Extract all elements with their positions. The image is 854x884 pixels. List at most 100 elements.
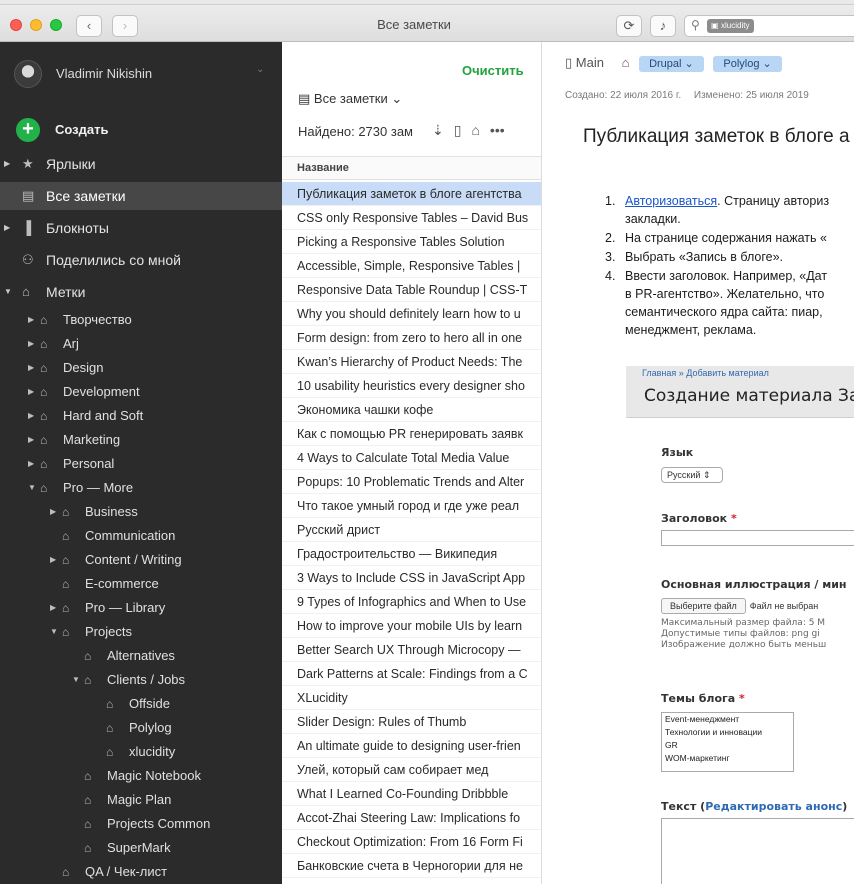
sidebar-tag-qa-checklist[interactable]: ⌂ QA / Чек-лист [0, 860, 282, 884]
sidebar-tag-magic-notebook[interactable]: ⌂ Magic Notebook [0, 764, 282, 788]
sidebar-tag-arj[interactable]: ▶ ⌂ Arj [0, 332, 282, 356]
note-row[interactable]: XLucidity [282, 686, 541, 710]
sidebar-tag-xlucidity[interactable]: ⌂ xlucidity [0, 740, 282, 764]
sidebar-tag-e-commerce[interactable]: ⌂ E-commerce [0, 572, 282, 596]
minimize-window-button[interactable] [30, 19, 42, 31]
sidebar-tag-marketing[interactable]: ▶ ⌂ Marketing [0, 428, 282, 452]
tag-icon: ⌂ [40, 337, 48, 351]
note-row[interactable]: 10 usability heuristics every designer s… [282, 374, 541, 398]
zoom-window-button[interactable] [50, 19, 62, 31]
sidebar-tag-design[interactable]: ▶ ⌂ Design [0, 356, 282, 380]
clear-filter-button[interactable]: Очистить [462, 63, 524, 78]
login-link[interactable]: Авторизоваться [625, 194, 717, 208]
note-row[interactable]: Why you should definitely learn how to u [282, 302, 541, 326]
tag-label: Arj [63, 336, 79, 351]
note-row[interactable]: Русский дрист [282, 518, 541, 542]
sidebar-item-tags[interactable]: ▼ ⌂ Метки [0, 278, 282, 306]
text-label-close: ) [842, 800, 848, 813]
note-row[interactable]: Accot-Zhai Steering Law: Implications fo [282, 806, 541, 830]
sidebar-tag-projects-common[interactable]: ⌂ Projects Common [0, 812, 282, 836]
sidebar-item-shortcuts[interactable]: ▶ ★ Ярлыки [0, 150, 282, 178]
note-row[interactable]: 4 Ways to Calculate Total Media Value [282, 446, 541, 470]
note-row[interactable]: Picking a Responsive Tables Solution [282, 230, 541, 254]
lang-label: Язык [661, 446, 694, 459]
account-switcher[interactable]: Vladimir Nikishin ⌄ [14, 60, 274, 90]
note-row[interactable]: Градостроительство — Википедия [282, 542, 541, 566]
column-header-title[interactable]: Название [282, 156, 541, 180]
sidebar-tag-content-writing[interactable]: ▶ ⌂ Content / Writing [0, 548, 282, 572]
sidebar-tag-projects[interactable]: ▼ ⌂ Projects [0, 620, 282, 644]
notifications-button[interactable]: ♪ [650, 15, 676, 37]
sidebar-tag-pro-more[interactable]: ▼ ⌂ Pro — More [0, 476, 282, 500]
sidebar-tag-hard-and-soft[interactable]: ▶ ⌂ Hard and Soft [0, 404, 282, 428]
close-window-button[interactable] [10, 19, 22, 31]
sidebar-tag-tvorchestvo[interactable]: ▶ ⌂ Творчество [0, 308, 282, 332]
sidebar-item-notebooks[interactable]: ▶ ▐ Блокноты [0, 214, 282, 242]
view-options-icon[interactable]: ▯ [454, 122, 462, 138]
title-bar: ‹ › Все заметки ⟳ ♪ ⚲ ▣ xlucidity [0, 5, 854, 42]
sidebar-tag-communication[interactable]: ⌂ Communication [0, 524, 282, 548]
step-text-cont: менеджмент, реклама. [625, 323, 757, 337]
note-row[interactable]: Responsive Data Table Roundup | CSS-T [282, 278, 541, 302]
sort-icon[interactable]: ⇣ [432, 122, 444, 138]
note-row[interactable]: Form design: from zero to hero all in on… [282, 326, 541, 350]
screenshot-header: Главная » Добавить материал Создание мат… [626, 366, 854, 418]
sidebar-tag-magic-plan[interactable]: ⌂ Magic Plan [0, 788, 282, 812]
note-row[interactable]: Accessible, Simple, Responsive Tables | [282, 254, 541, 278]
chevron-down-icon: ⌄ [387, 91, 403, 106]
sync-button[interactable]: ⟳ [616, 15, 642, 37]
note-tag-pill[interactable]: Polylog ⌄ [713, 56, 782, 72]
sidebar-tag-pro-library[interactable]: ▶ ⌂ Pro — Library [0, 596, 282, 620]
note-row[interactable]: An ultimate guide to designing user-frie… [282, 734, 541, 758]
text-area [661, 818, 854, 884]
search-input[interactable]: ⚲ ▣ xlucidity [684, 15, 854, 37]
more-icon[interactable]: ••• [490, 122, 505, 138]
scope-dropdown[interactable]: ▤ Все заметки ⌄ [298, 91, 402, 107]
sidebar-tag-supermark[interactable]: ⌂ SuperMark [0, 836, 282, 860]
forward-button[interactable]: › [112, 15, 138, 37]
notebook-icon: ▯ [565, 55, 576, 70]
note-row[interactable]: What I Learned Co-Founding Dribbble [282, 782, 541, 806]
note-row[interactable]: 3 Ways to Include CSS in JavaScript App [282, 566, 541, 590]
sidebar: Vladimir Nikishin ⌄ + Создать ▶ ★ Ярлыки… [0, 42, 282, 884]
note-row[interactable]: CSS only Responsive Tables – David Bus [282, 206, 541, 230]
tag-filter-icon[interactable]: ⌂ [471, 122, 479, 138]
note-row[interactable]: Better Search UX Through Microcopy — [282, 638, 541, 662]
sidebar-tag-personal[interactable]: ▶ ⌂ Personal [0, 452, 282, 476]
note-row[interactable]: Checkout Optimization: From 16 Form Fi [282, 830, 541, 854]
note-row[interactable]: Банковские счета в Черногории для не [282, 854, 541, 878]
sidebar-tag-development[interactable]: ▶ ⌂ Development [0, 380, 282, 404]
note-tag-pill[interactable]: Drupal ⌄ [639, 56, 704, 72]
note-row[interactable]: Улей, который сам собирает мед [282, 758, 541, 782]
note-row[interactable]: Что такое умный город и где уже реал [282, 494, 541, 518]
search-tag-chip[interactable]: ▣ xlucidity [707, 19, 755, 33]
create-note-button[interactable]: + Создать [16, 118, 216, 142]
note-row[interactable]: 9 Types of Infographics and When to Use [282, 590, 541, 614]
note-row[interactable]: Popups: 10 Problematic Trends and Alter [282, 470, 541, 494]
note-row[interactable]: Публикация заметок в блоге агентства [282, 182, 541, 206]
note-row[interactable]: Slider Design: Rules of Thumb [282, 710, 541, 734]
note-row[interactable]: Kwan’s Hierarchy of Product Needs: The [282, 350, 541, 374]
sidebar-tag-offside[interactable]: ⌂ Offside [0, 692, 282, 716]
note-row[interactable]: Как с помощью PR генерировать заявк [282, 422, 541, 446]
back-button[interactable]: ‹ [76, 15, 102, 37]
sidebar-tag-alternatives[interactable]: ⌂ Alternatives [0, 644, 282, 668]
sidebar-tag-business[interactable]: ▶ ⌂ Business [0, 500, 282, 524]
list-item: GR [665, 740, 678, 750]
step-text-cont: в PR-агентство». Желательно, что [625, 287, 825, 301]
notebook-link[interactable]: ▯ Main [565, 55, 604, 70]
sidebar-item-label: Блокноты [46, 220, 109, 236]
note-row[interactable]: Экономика чашки кофе [282, 398, 541, 422]
caret-right-icon: ▶ [28, 411, 35, 420]
sidebar-tag-polylog[interactable]: ⌂ Polylog [0, 716, 282, 740]
note-icon: ▤ [22, 188, 35, 203]
bell-icon: ♪ [659, 18, 667, 33]
sidebar-tag-clients-jobs[interactable]: ▼ ⌂ Clients / Jobs [0, 668, 282, 692]
sidebar-item-all-notes[interactable]: ▤ Все заметки [0, 182, 282, 210]
sidebar-item-shared[interactable]: ⚇ Поделились со мной [0, 246, 282, 274]
note-row[interactable]: Dark Patterns at Scale: Findings from a … [282, 662, 541, 686]
avatar [14, 60, 42, 88]
tag-icon: ⌂ [62, 505, 70, 519]
note-title[interactable]: Публикация заметок в блоге а [583, 126, 850, 148]
note-row[interactable]: How to improve your mobile UIs by learn [282, 614, 541, 638]
